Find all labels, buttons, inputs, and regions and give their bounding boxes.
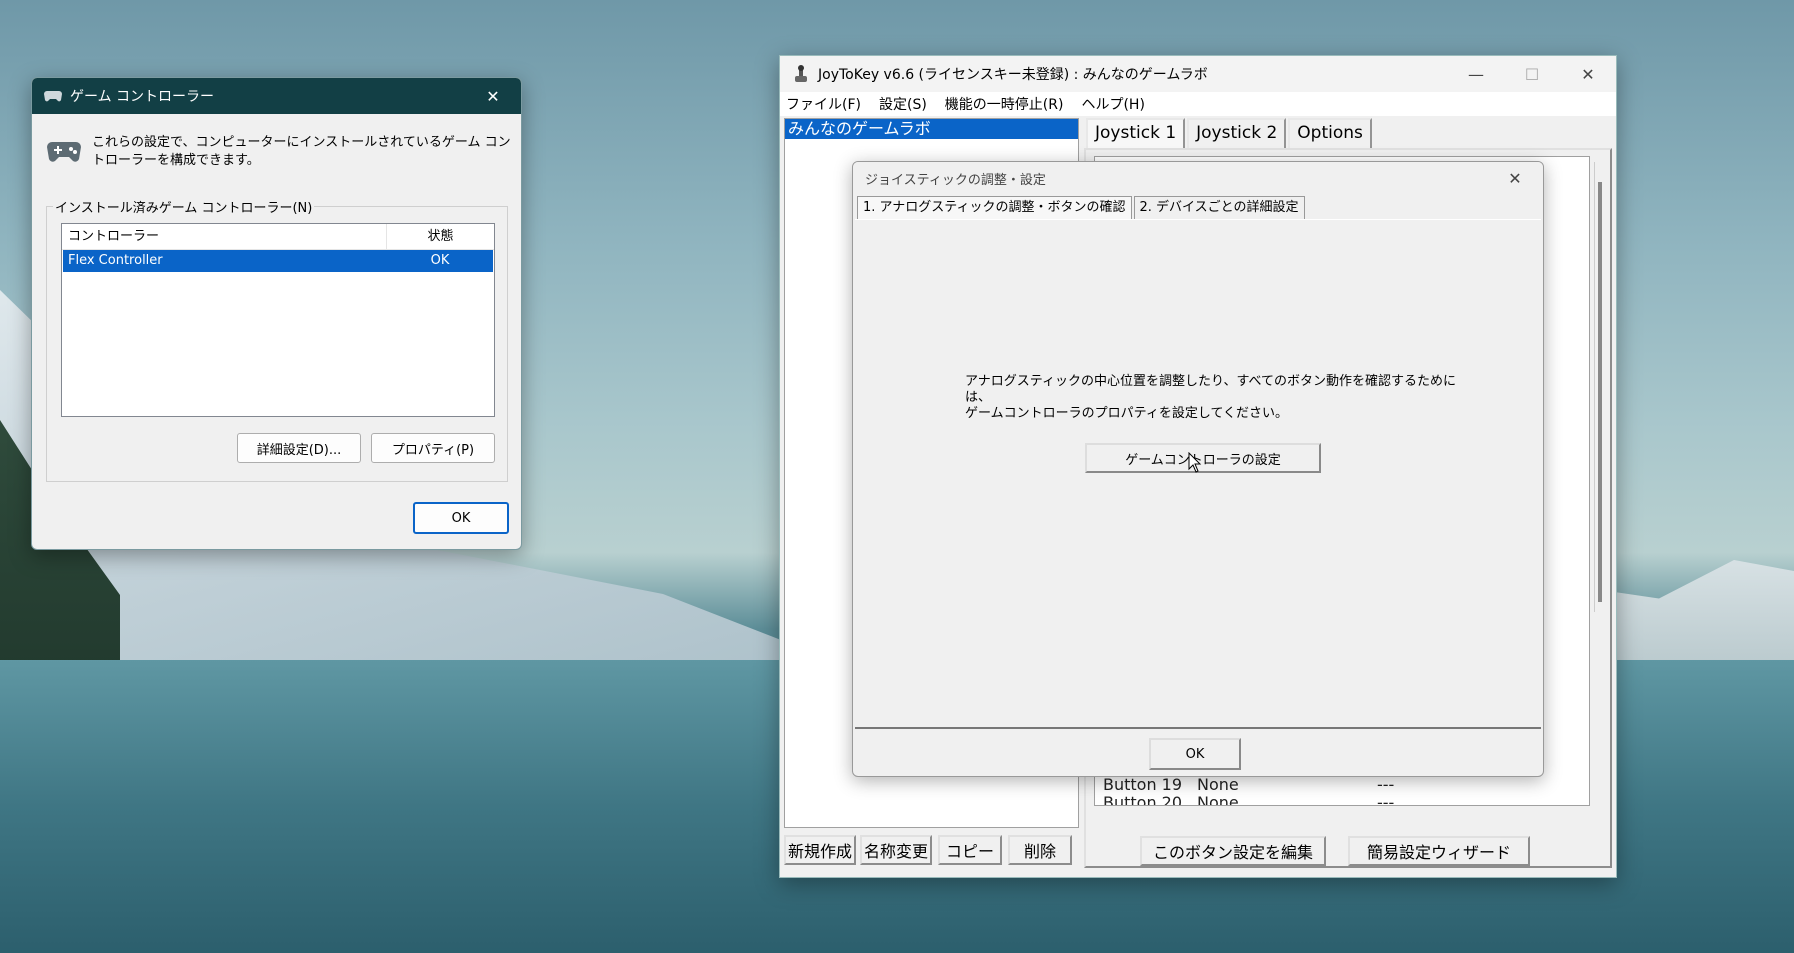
close-icon[interactable]: ✕: [1560, 56, 1616, 92]
close-icon[interactable]: ✕: [465, 78, 521, 114]
button-name: Button 20: [1103, 793, 1183, 806]
group-label: インストール済みゲーム コントローラー(N): [53, 197, 315, 216]
button-extra: ---: [1377, 775, 1395, 794]
joystick-tabs: Joystick 1 Joystick 2 Options: [1086, 118, 1374, 148]
controller-name: Flex Controller: [68, 253, 163, 268]
new-profile-button[interactable]: 新規作成: [784, 835, 856, 865]
menu-file[interactable]: ファイル(F): [786, 94, 861, 114]
button-key: None: [1197, 793, 1239, 806]
edit-button-setting[interactable]: このボタン設定を編集: [1140, 836, 1326, 866]
table-row[interactable]: Button 20 None ---: [1103, 793, 1395, 806]
menu-pause[interactable]: 機能の一時停止(R): [945, 94, 1064, 114]
mouse-cursor-icon: [1188, 451, 1202, 474]
joytokey-icon: [792, 65, 810, 83]
setup-wizard-button[interactable]: 簡易設定ウィザード: [1348, 836, 1530, 866]
button-extra: ---: [1377, 793, 1395, 806]
game-controller-dialog: ゲーム コントローラー ✕ これらの設定で、コンピューターにインストールされてい…: [31, 77, 522, 550]
list-item[interactable]: みんなのゲームラボ: [785, 119, 1078, 139]
cal-message-line2: ゲームコントローラのプロパティを設定してください。: [965, 406, 1289, 421]
game-controller-settings-button[interactable]: ゲームコントローラの設定: [1085, 443, 1321, 473]
jtk-title: JoyToKey v6.6 (ライセンスキー未登録) : みんなのゲームラボ: [818, 67, 1208, 83]
button-name: Button 19: [1103, 775, 1183, 794]
cal-message: アナログスティックの中心位置を調整したり、すべてのボタン動作を確認するためには、…: [965, 374, 1465, 422]
tab-analog-calibration[interactable]: 1. アナログスティックの調整・ボタンの確認: [857, 196, 1132, 220]
button-key: None: [1197, 775, 1239, 794]
jtk-titlebar[interactable]: JoyToKey v6.6 (ライセンスキー未登録) : みんなのゲームラボ —…: [780, 56, 1616, 92]
controller-list[interactable]: コントローラー 状態 Flex Controller OK: [61, 223, 495, 417]
gamepad-icon: [44, 87, 62, 105]
gc-title: ゲーム コントローラー: [70, 89, 215, 105]
menubar: ファイル(F) 設定(S) 機能の一時停止(R) ヘルプ(H): [780, 92, 1616, 116]
properties-button[interactable]: プロパティ(P): [371, 433, 495, 463]
rename-profile-button[interactable]: 名称変更: [860, 835, 932, 865]
tab-options[interactable]: Options: [1288, 118, 1372, 148]
installed-controllers-group: インストール済みゲーム コントローラー(N) コントローラー 状態 Flex C…: [46, 197, 508, 482]
advanced-settings-button[interactable]: 詳細設定(D)...: [237, 433, 361, 463]
gc-description: これらの設定で、コンピューターにインストールされているゲーム コントローラーを構…: [92, 135, 511, 168]
cal-ok-button[interactable]: OK: [1149, 738, 1241, 770]
delete-profile-button[interactable]: 削除: [1008, 835, 1072, 865]
gc-ok-button[interactable]: OK: [413, 502, 509, 534]
menu-help[interactable]: ヘルプ(H): [1081, 94, 1144, 114]
tab-device-settings[interactable]: 2. デバイスごとの詳細設定: [1133, 196, 1305, 220]
menu-settings[interactable]: 設定(S): [879, 94, 927, 114]
cal-message-line1: アナログスティックの中心位置を調整したり、すべてのボタン動作を確認するためには、: [965, 374, 1457, 405]
close-icon[interactable]: ✕: [1487, 162, 1543, 194]
tab-joystick-1[interactable]: Joystick 1: [1086, 118, 1186, 148]
column-header-controller[interactable]: コントローラー: [62, 224, 387, 249]
cal-titlebar[interactable]: ジョイスティックの調整・設定 ✕: [853, 162, 1543, 194]
copy-profile-button[interactable]: コピー: [938, 835, 1002, 865]
maximize-icon[interactable]: ☐: [1504, 56, 1560, 92]
list-header: コントローラー 状態: [62, 224, 494, 250]
list-item[interactable]: Flex Controller OK: [63, 250, 493, 272]
scrollbar-thumb[interactable]: [1598, 182, 1602, 602]
gc-titlebar[interactable]: ゲーム コントローラー ✕: [32, 78, 521, 114]
tab-joystick-2[interactable]: Joystick 2: [1187, 118, 1287, 148]
controller-status: OK: [430, 253, 450, 268]
column-header-status[interactable]: 状態: [387, 224, 494, 249]
cal-tabs: 1. アナログスティックの調整・ボタンの確認 2. デバイスごとの詳細設定: [857, 196, 1307, 220]
cal-title: ジョイスティックの調整・設定: [865, 172, 1046, 188]
gamepad-icon: [46, 136, 82, 166]
table-row[interactable]: Button 19 None ---: [1103, 775, 1394, 794]
minimize-icon[interactable]: —: [1448, 56, 1504, 92]
vertical-scrollbar[interactable]: [1594, 162, 1604, 612]
